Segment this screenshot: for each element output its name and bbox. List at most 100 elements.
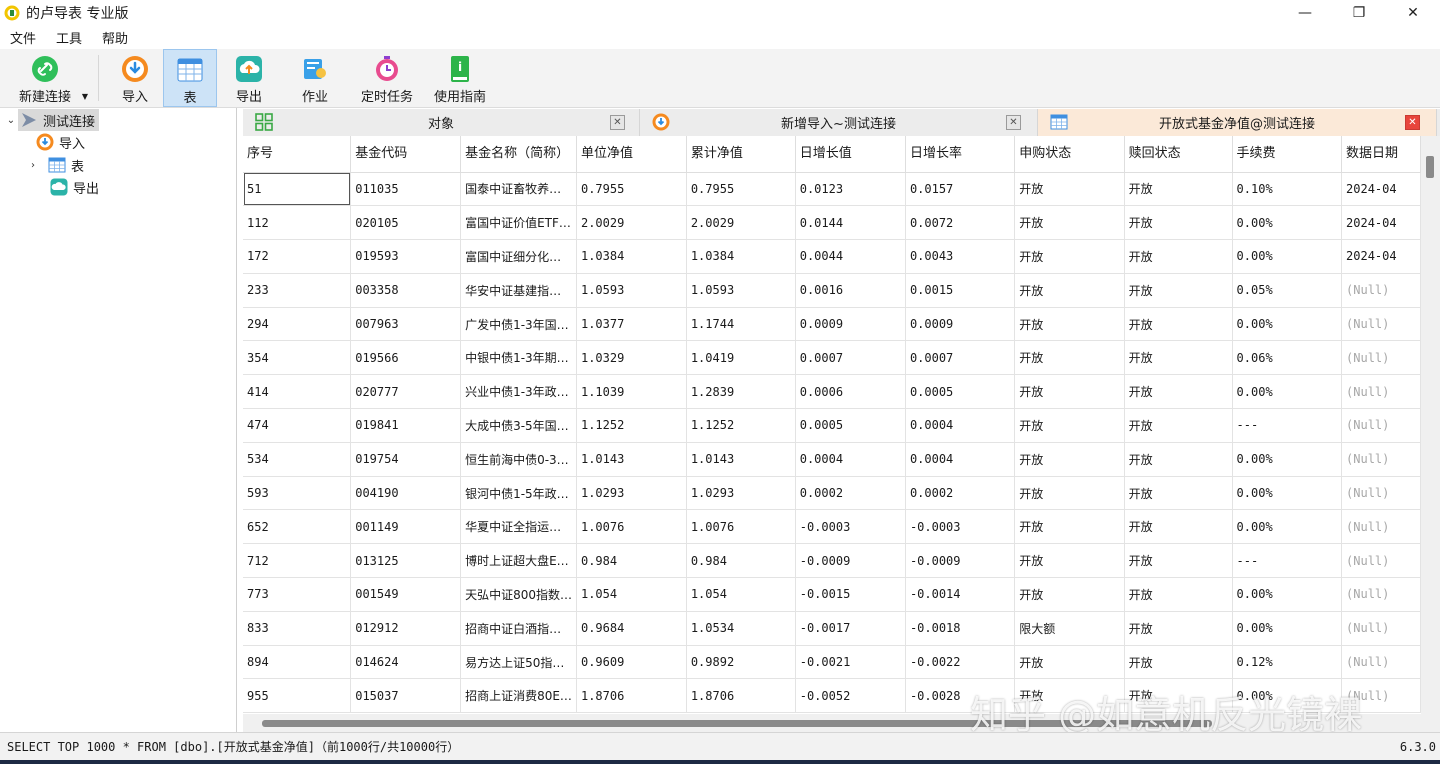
table-row[interactable]: 652 001149 华夏中证全指运… 1.0076 1.0076 -0.0003 -0.0… (243, 509, 1421, 545)
tree-item-export[interactable]: 导出 (50, 176, 99, 198)
table-cell[interactable]: 开放 (1014, 645, 1125, 680)
table-cell[interactable]: -0.0009 (905, 543, 1016, 579)
table-cell[interactable]: 0.9684 (576, 611, 687, 646)
table-cell[interactable]: 开放 (1124, 509, 1233, 545)
table-cell[interactable]: 0.0144 (795, 205, 906, 241)
scheduled-task-button[interactable]: 定时任务 (349, 49, 425, 107)
table-cell[interactable]: -0.0003 (905, 509, 1016, 545)
table-cell[interactable]: 833 (243, 611, 352, 646)
table-cell[interactable]: 0.10% (1232, 172, 1343, 207)
table-cell[interactable]: 富国中证价值ETF… (460, 205, 577, 241)
table-cell[interactable]: 0.0016 (795, 273, 906, 308)
maximize-button[interactable]: ❐ (1332, 0, 1386, 25)
table-cell[interactable]: -0.0052 (795, 678, 906, 714)
menu-file[interactable]: 文件 (0, 28, 46, 47)
table-cell[interactable]: 0.0006 (795, 374, 906, 410)
column-header[interactable]: 基金代码 (350, 136, 462, 173)
table-cell[interactable]: 773 (243, 577, 352, 612)
table-cell[interactable]: 0.0002 (905, 476, 1016, 511)
table-cell[interactable]: 开放 (1124, 340, 1233, 376)
table-cell[interactable]: 开放 (1014, 509, 1125, 545)
table-cell[interactable]: 0.0009 (795, 307, 906, 342)
table-cell[interactable]: 112 (243, 205, 352, 241)
table-cell[interactable]: 银河中债1-5年政… (460, 476, 577, 511)
table-cell[interactable]: 0.0009 (905, 307, 1016, 342)
table-cell[interactable]: 019754 (350, 442, 462, 477)
table-cell[interactable]: 易方达上证50指… (460, 645, 577, 680)
export-button[interactable]: 导出 (217, 49, 281, 107)
table-cell[interactable]: 1.8706 (576, 678, 687, 714)
table-cell[interactable]: 2024-04 (1341, 172, 1421, 207)
close-icon[interactable]: ✕ (1006, 115, 1021, 130)
table-row[interactable]: 534 019754 恒生前海中债0-3… 1.0143 1.0143 0.0004 0.0… (243, 442, 1421, 477)
table-button[interactable]: 表 (163, 49, 217, 107)
table-cell[interactable]: 开放 (1124, 611, 1233, 646)
table-cell[interactable]: -0.0018 (905, 611, 1016, 646)
table-cell[interactable]: 51 (243, 172, 352, 207)
table-cell[interactable]: 2024-04 (1341, 205, 1421, 241)
table-cell[interactable]: 172 (243, 239, 352, 274)
table-cell[interactable]: -0.0003 (795, 509, 906, 545)
vertical-scrollbar[interactable] (1421, 136, 1440, 714)
table-cell[interactable]: 开放 (1124, 442, 1233, 477)
table-row[interactable]: 172 019593 富国中证细分化… 1.0384 1.0384 0.0044 0.004… (243, 239, 1421, 274)
column-header[interactable]: 序号 (243, 136, 352, 173)
table-cell[interactable]: 0.0004 (905, 442, 1016, 477)
user-guide-button[interactable]: i 使用指南 (425, 49, 495, 107)
table-cell[interactable]: 2024-04 (1341, 239, 1421, 274)
table-cell[interactable]: 0.0005 (905, 374, 1016, 410)
close-window-button[interactable]: ✕ (1386, 0, 1440, 25)
column-header[interactable]: 赎回状态 (1124, 136, 1233, 173)
table-cell[interactable]: 限大额 (1014, 611, 1125, 646)
table-cell[interactable]: 0.06% (1232, 340, 1343, 376)
table-cell[interactable]: (Null) (1341, 374, 1421, 410)
column-header[interactable]: 累计净值 (686, 136, 796, 173)
table-cell[interactable]: 1.0293 (576, 476, 687, 511)
table-cell[interactable]: 0.05% (1232, 273, 1343, 308)
table-row[interactable]: 474 019841 大成中债3-5年国… 1.1252 1.1252 0.0005 0.0… (243, 408, 1421, 443)
job-button[interactable]: 作业 (281, 49, 349, 107)
table-row[interactable]: 593 004190 银河中债1-5年政… 1.0293 1.0293 0.0002 0.0… (243, 476, 1421, 511)
column-header[interactable]: 日增长值 (795, 136, 906, 173)
table-cell[interactable]: 001549 (350, 577, 462, 612)
column-header[interactable]: 申购状态 (1014, 136, 1125, 173)
chevron-down-icon[interactable]: ⌄ (4, 115, 18, 126)
table-cell[interactable]: 开放 (1124, 205, 1233, 241)
table-cell[interactable]: 开放 (1014, 172, 1125, 207)
tree-item-connection[interactable]: ⌄ 测试连接 (4, 109, 100, 131)
table-cell[interactable]: 2.0029 (686, 205, 796, 241)
table-cell[interactable]: -0.0014 (905, 577, 1016, 612)
table-cell[interactable]: -0.0021 (795, 645, 906, 680)
table-cell[interactable]: 474 (243, 408, 352, 443)
table-cell[interactable]: 001149 (350, 509, 462, 545)
table-cell[interactable]: 开放 (1014, 408, 1125, 443)
table-cell[interactable]: 开放 (1124, 374, 1233, 410)
table-cell[interactable]: 019841 (350, 408, 462, 443)
table-cell[interactable]: 中银中债1-3年期… (460, 340, 577, 376)
table-cell[interactable]: (Null) (1341, 577, 1421, 612)
table-cell[interactable]: 开放 (1014, 442, 1125, 477)
table-cell[interactable]: -0.0009 (795, 543, 906, 579)
table-cell[interactable]: 开放 (1014, 307, 1125, 342)
table-cell[interactable]: 开放 (1124, 239, 1233, 274)
table-cell[interactable]: 0.00% (1232, 476, 1343, 511)
table-cell[interactable]: 开放 (1014, 577, 1125, 612)
table-cell[interactable]: 894 (243, 645, 352, 680)
column-header[interactable]: 基金名称（简称） (460, 136, 577, 173)
table-cell[interactable]: 招商中证白酒指… (460, 611, 577, 646)
table-cell[interactable]: 天弘中证800指数… (460, 577, 577, 612)
table-cell[interactable]: 富国中证细分化… (460, 239, 577, 274)
import-button[interactable]: 导入 (107, 49, 163, 107)
table-cell[interactable]: 恒生前海中债0-3… (460, 442, 577, 477)
table-cell[interactable]: 233 (243, 273, 352, 308)
chevron-right-icon[interactable]: › (26, 160, 40, 171)
table-cell[interactable]: 015037 (350, 678, 462, 714)
table-cell[interactable]: 开放 (1124, 577, 1233, 612)
table-cell[interactable]: 1.8706 (686, 678, 796, 714)
table-cell[interactable]: 0.0004 (795, 442, 906, 477)
table-cell[interactable]: 012912 (350, 611, 462, 646)
table-cell[interactable]: 0.00% (1232, 374, 1343, 410)
table-cell[interactable]: 019593 (350, 239, 462, 274)
table-cell[interactable]: 0.0002 (795, 476, 906, 511)
table-row[interactable]: 51 011035 国泰中证畜牧养… 0.7955 0.7955 0.0123 0.0157… (243, 172, 1421, 207)
